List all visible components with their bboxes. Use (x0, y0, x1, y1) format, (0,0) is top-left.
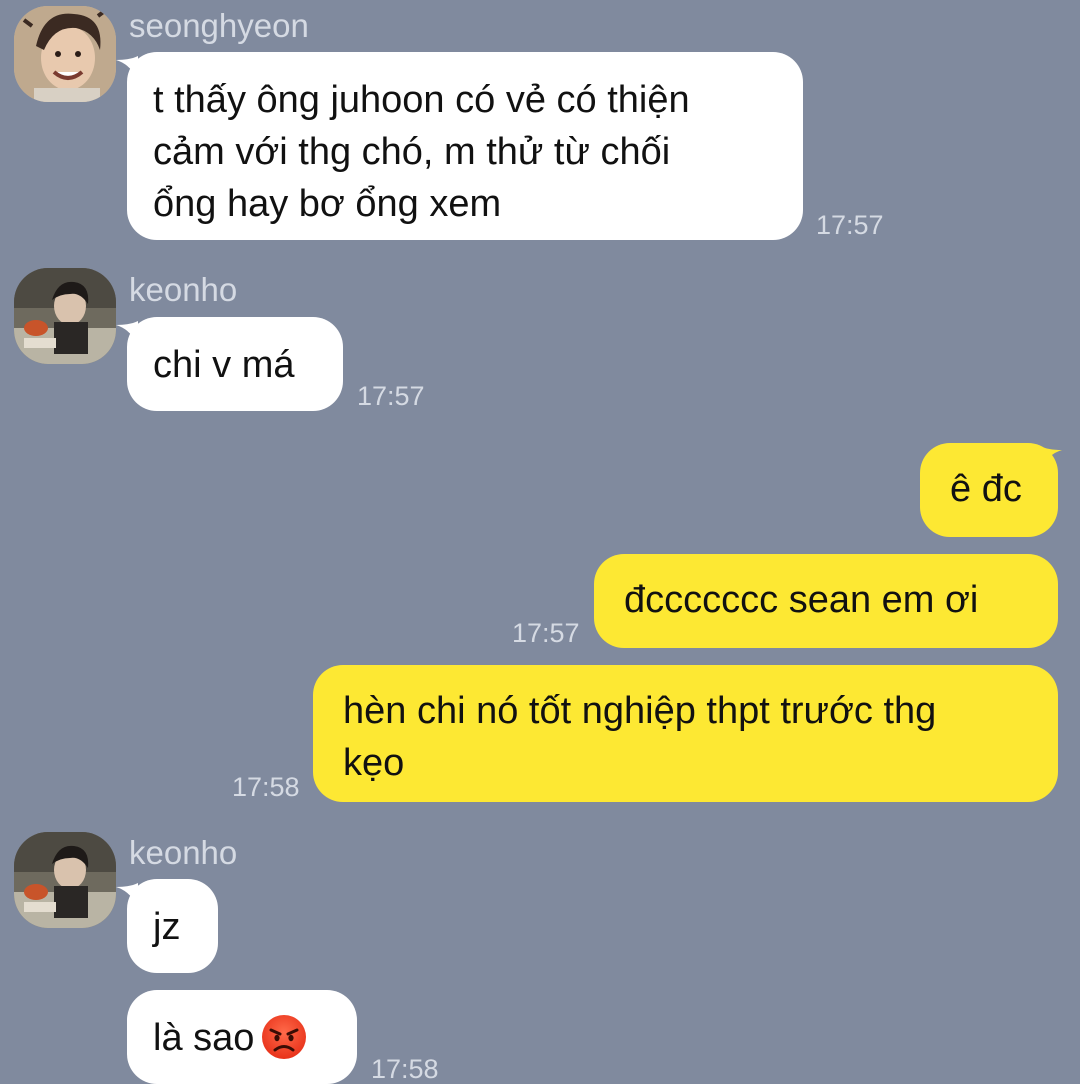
message-text: ê đc (950, 468, 1022, 510)
message-line: kẹo (343, 742, 405, 784)
message-text: là sao (153, 1017, 255, 1059)
profile-photo-seonghyeon (14, 6, 116, 102)
bubble-tail (116, 321, 138, 345)
avatar[interactable] (14, 268, 116, 364)
avatar[interactable] (14, 832, 116, 928)
message-line: cảm với thg chó, m thử từ chối (153, 131, 671, 173)
message-text: chi v má (153, 344, 295, 386)
bubble-tail (1040, 446, 1062, 470)
message-bubble-outgoing[interactable]: hèn chi nó tốt nghiệp thpt trước thg kẹo (313, 665, 1058, 802)
timestamp: 17:57 (512, 618, 580, 648)
angry-face-icon (262, 1014, 307, 1059)
message-bubble-incoming[interactable]: là sao (127, 990, 357, 1084)
timestamp: 17:57 (816, 210, 884, 240)
sender-name: seonghyeon (129, 7, 309, 44)
message-line: hèn chi nó tốt nghiệp thpt trước thg (343, 690, 937, 732)
avatar[interactable] (14, 6, 116, 102)
bubble-tail (116, 883, 138, 907)
message-bubble-incoming[interactable]: jz (127, 879, 218, 973)
timestamp: 17:58 (371, 1054, 439, 1084)
message-bubble-incoming[interactable]: t thấy ông juhoon có vẻ có thiện cảm với… (127, 52, 803, 240)
profile-photo-keonho (14, 832, 116, 928)
sender-name: keonho (129, 271, 238, 308)
message-bubble-outgoing[interactable]: đccccccc sean em ơi (594, 554, 1058, 648)
timestamp: 17:57 (357, 381, 425, 411)
profile-photo-keonho (14, 268, 116, 364)
message-line: ổng hay bơ ổng xem (153, 183, 502, 225)
sender-name: keonho (129, 834, 238, 871)
timestamp: 17:58 (232, 772, 300, 802)
message-line: t thấy ông juhoon có vẻ có thiện (153, 79, 690, 121)
message-text: jz (153, 906, 181, 948)
bubble-tail (116, 56, 138, 80)
message-bubble-incoming[interactable]: chi v má (127, 317, 343, 411)
message-bubble-outgoing[interactable]: ê đc (920, 443, 1058, 537)
message-text: đccccccc sean em ơi (624, 579, 979, 621)
chat-view[interactable]: seonghyeon t thấy ông juhoon có vẻ có th… (0, 0, 1080, 1084)
